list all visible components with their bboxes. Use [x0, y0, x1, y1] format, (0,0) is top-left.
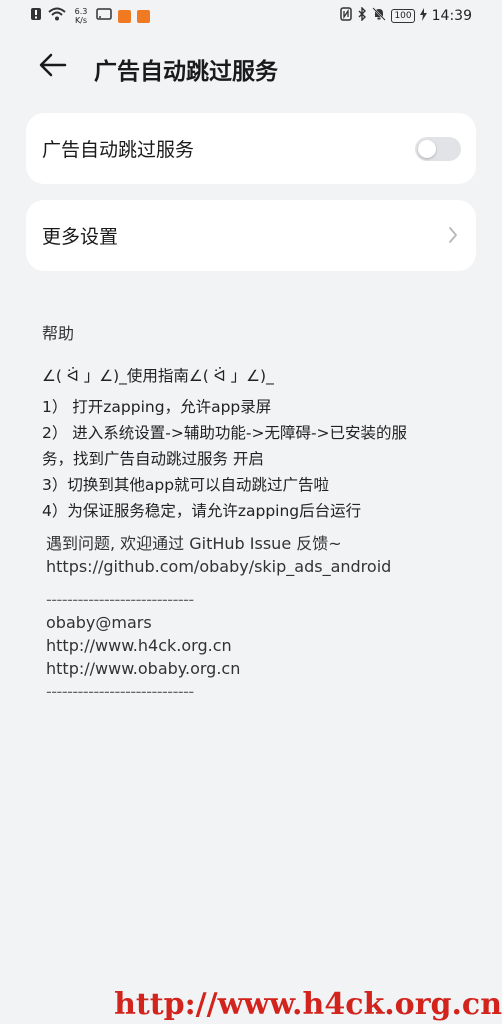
status-right: 100 14:39 — [340, 6, 472, 25]
network-speed-value: 6.3 — [74, 7, 88, 16]
repo-link[interactable]: https://github.com/obaby/skip_ads_androi… — [46, 555, 482, 578]
bluetooth-icon — [357, 6, 367, 25]
guide-step: 4）为保证服务稳定，请允许zapping后台运行 — [42, 502, 362, 520]
divider: ---------------------------- — [46, 590, 194, 609]
arrow-left-icon — [39, 53, 67, 77]
service-toggle-switch[interactable] — [415, 137, 461, 161]
guide-step: 1） 打开zapping，允许app录屏 — [42, 398, 272, 416]
wifi-icon — [48, 7, 66, 25]
site-link[interactable]: http://www.obaby.org.cn — [46, 657, 482, 680]
chevron-right-icon — [449, 227, 457, 243]
app-notification-icon — [137, 9, 150, 23]
charging-icon — [419, 7, 427, 25]
guide-step: 务，找到广告自动跳过服务 开启 — [42, 450, 264, 468]
site-link[interactable]: http://www.h4ck.org.cn — [46, 634, 482, 657]
contact-info: 遇到问题, 欢迎通过 GitHub Issue 反馈~ https://gith… — [46, 532, 482, 703]
header: 广告自动跳过服务 — [0, 40, 502, 96]
status-left: 6.3 K/s — [30, 7, 150, 25]
watermark: http://www.h4ck.org.cn — [114, 987, 502, 1022]
toggle-knob — [418, 140, 436, 158]
cast-icon — [96, 7, 112, 25]
guide-title: ∠( ᐛ 」∠)_使用指南∠( ᐛ 」∠)_ — [42, 367, 274, 385]
network-speed: 6.3 K/s — [72, 7, 90, 25]
notification-icon — [30, 7, 42, 25]
more-settings-label: 更多设置 — [42, 226, 119, 248]
clock: 14:39 — [431, 8, 472, 24]
status-bar: 6.3 K/s 100 14:39 — [0, 0, 502, 32]
battery-level: 100 — [391, 9, 415, 23]
more-settings-item[interactable]: 更多设置 — [26, 200, 476, 271]
guide-step: 2） 进入系统设置->辅助功能->无障碍->已安装的服 — [42, 424, 408, 442]
mute-bell-icon — [372, 7, 387, 25]
guide-step: 3）切换到其他app就可以自动跳过广告啦 — [42, 476, 330, 494]
app-notification-icon — [118, 9, 131, 23]
back-button[interactable] — [38, 50, 74, 86]
feedback-text: 遇到问题, 欢迎通过 GitHub Issue 反馈~ — [46, 534, 342, 553]
guide-steps: 1） 打开zapping，允许app录屏 2） 进入系统设置->辅助功能->无障… — [42, 394, 482, 524]
divider: ---------------------------- — [46, 682, 194, 701]
service-toggle-label: 广告自动跳过服务 — [42, 139, 195, 161]
author-text: obaby@mars — [46, 613, 152, 632]
service-toggle-card[interactable]: 广告自动跳过服务 — [26, 113, 476, 184]
page-title: 广告自动跳过服务 — [94, 59, 278, 85]
network-speed-unit: K/s — [74, 16, 88, 25]
help-section: 帮助 ∠( ᐛ 」∠)_使用指南∠( ᐛ 」∠)_ 1） 打开zapping，允… — [42, 320, 482, 703]
nfc-icon — [340, 7, 353, 25]
help-heading: 帮助 — [42, 324, 75, 343]
